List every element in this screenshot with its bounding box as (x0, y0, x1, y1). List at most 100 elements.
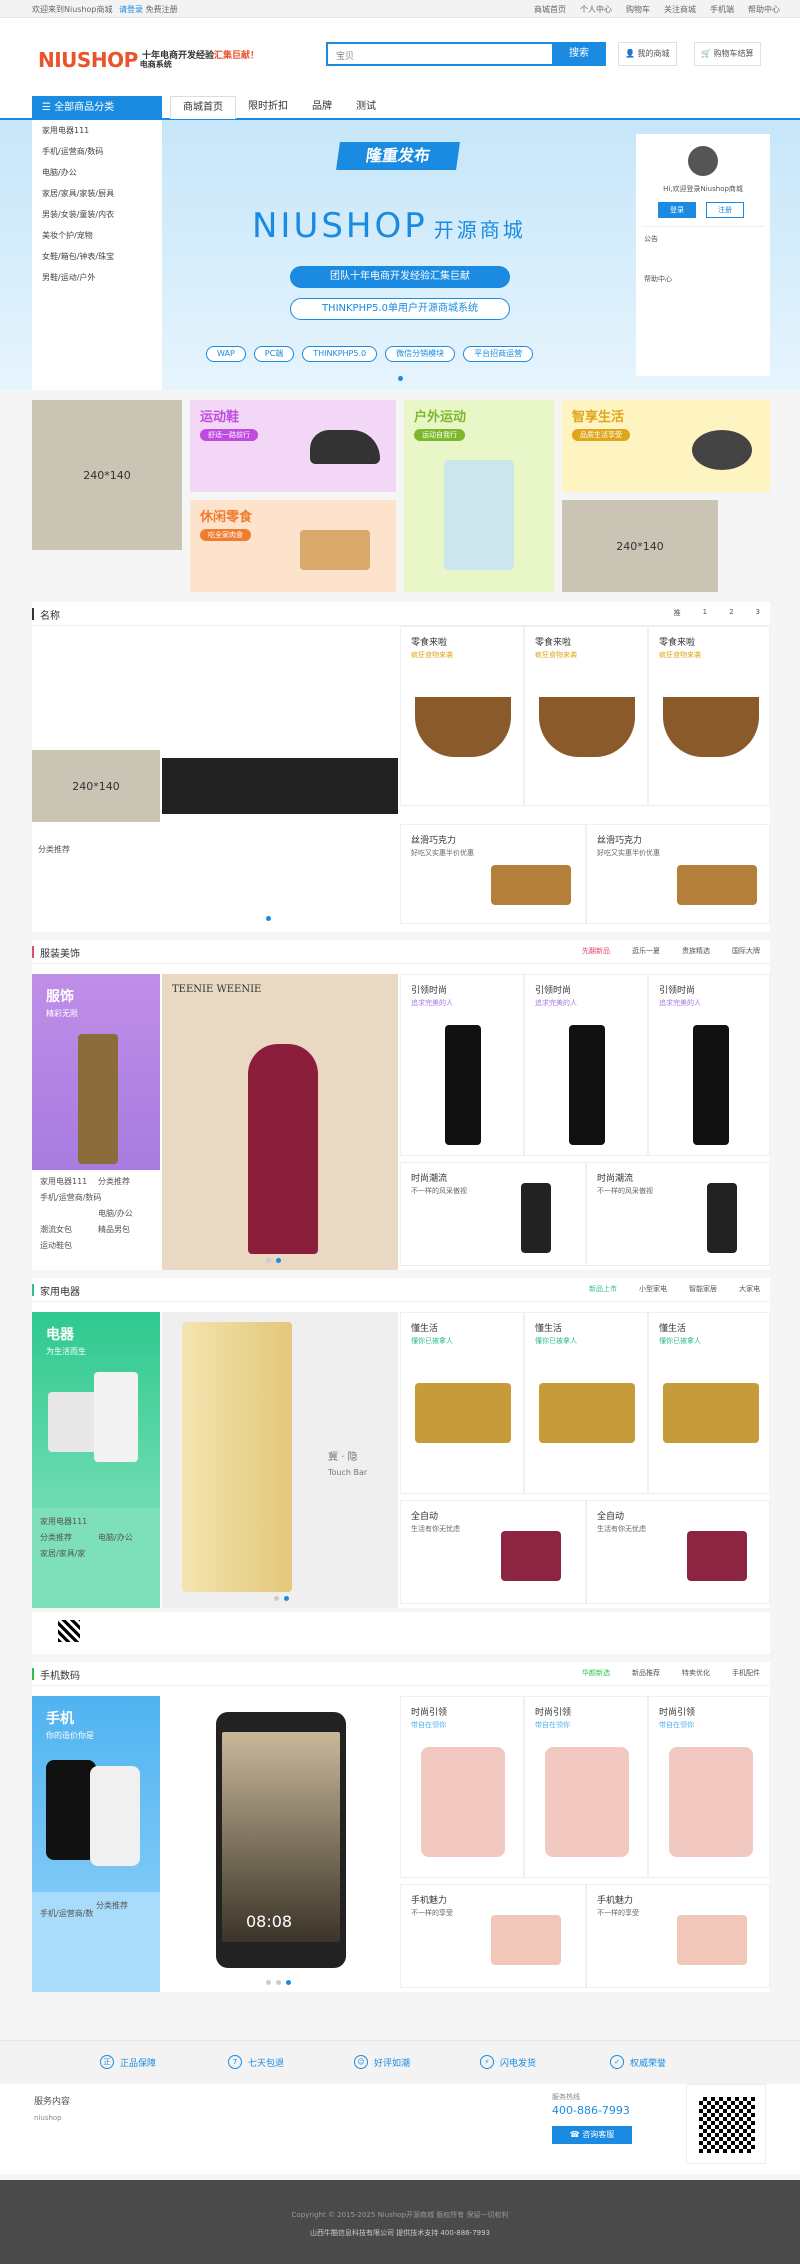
top-link-user[interactable]: 个人中心 (580, 4, 612, 15)
all-categories-button[interactable]: ☰ 全部商品分类 (32, 96, 162, 120)
product-card[interactable]: 时尚引领 带自在领你 (648, 1696, 770, 1878)
nav-item-test[interactable]: 测试 (344, 96, 388, 119)
floor-tab[interactable]: 国际大牌 (732, 946, 760, 956)
promo-placeholder[interactable]: 240*140 (562, 500, 718, 592)
nav-item-discount[interactable]: 限时折扣 (236, 96, 300, 119)
floor-ad-image[interactable] (162, 758, 398, 814)
category-item[interactable]: 美妆个护/宠物 (32, 225, 162, 246)
floor-link[interactable]: 电脑/办公 (98, 1532, 133, 1543)
search-input[interactable]: 宝贝 (336, 49, 354, 62)
nav-item-brand[interactable]: 品牌 (300, 96, 344, 119)
product-card[interactable]: 引领时尚 追求完美的人 (400, 974, 524, 1156)
floor-main-image[interactable]: TEENIE WEENIE (162, 974, 398, 1270)
floor-tab[interactable]: 3 (756, 608, 760, 618)
panel-register-button[interactable]: 注册 (706, 202, 744, 218)
category-item[interactable]: 家用电器111 (32, 120, 162, 141)
product-card[interactable]: 引领时尚 追求完美的人 (524, 974, 648, 1156)
floor-left-banner[interactable]: 电器 为生活而生 (32, 1312, 160, 1508)
floor-link[interactable]: 分类推荐 (96, 1900, 128, 1911)
product-card[interactable]: 懂生活 懂你已被拿人 (400, 1312, 524, 1494)
register-link[interactable]: 免费注册 (146, 5, 178, 14)
promo-snacks[interactable]: 休闲零食 吃全家肉食 (190, 500, 396, 592)
floor-main-image[interactable]: 08:08 (162, 1696, 398, 1992)
promo-placeholder[interactable]: 240*140 (32, 400, 182, 550)
product-card[interactable]: 时尚引领 带自在领你 (400, 1696, 524, 1878)
product-card[interactable]: 零食来啦 疯狂食物来袭 (648, 626, 770, 806)
category-item[interactable]: 女鞋/箱包/钟表/珠宝 (32, 246, 162, 267)
carousel-dot[interactable] (266, 916, 271, 921)
product-card-wide[interactable]: 手机魅力 不一样的享受 (400, 1884, 586, 1988)
floor-tab[interactable]: 推 (674, 608, 681, 618)
floor-tab[interactable]: 手机配件 (732, 1668, 760, 1678)
floor-tab[interactable]: 华颜新选 (582, 1668, 610, 1678)
floor-tab[interactable]: 智能家居 (689, 1284, 717, 1294)
top-link-mobile[interactable]: 手机端 (710, 4, 734, 15)
category-item[interactable]: 男装/女装/童装/内衣 (32, 204, 162, 225)
floor-link[interactable]: 家居/家具/家 (40, 1548, 85, 1559)
floor-left-banner[interactable]: 手机 你的造价你是 (32, 1696, 160, 1892)
floor-tab[interactable]: 先翻新品 (582, 946, 610, 956)
product-card-wide[interactable]: 全自动 生活有你无忧虑 (586, 1500, 770, 1604)
floor-tab[interactable]: 逛乐一夏 (632, 946, 660, 956)
product-card[interactable]: 懂生活 懂你已被拿人 (524, 1312, 648, 1494)
top-link-help[interactable]: 帮助中心 (748, 4, 780, 15)
category-item[interactable]: 家居/家具/家装/厨具 (32, 183, 162, 204)
product-card[interactable]: 时尚引领 带自在领你 (524, 1696, 648, 1878)
top-link-cart[interactable]: 购物车 (626, 4, 650, 15)
top-link-home[interactable]: 商城首页 (534, 4, 566, 15)
recommend-link[interactable]: 分类推荐 (38, 844, 70, 855)
carousel-dot[interactable] (276, 1258, 281, 1263)
product-card[interactable]: 零食来啦 疯狂食物来袭 (524, 626, 648, 806)
login-link[interactable]: 请登录 (119, 5, 143, 14)
carousel-dot[interactable] (276, 1980, 281, 1985)
floor-link[interactable]: 分类推荐 (40, 1532, 72, 1543)
floor-link[interactable]: 家用电器111 (40, 1176, 87, 1187)
notice-tab[interactable]: 公告 (644, 234, 658, 244)
banner-dot[interactable] (398, 376, 403, 381)
cart-button[interactable]: 🛒 购物车结算 (694, 42, 761, 66)
floor-left-banner[interactable]: 服饰 精彩无限 (32, 974, 160, 1170)
top-link-follow[interactable]: 关注商城 (664, 4, 696, 15)
floor-tab[interactable]: 贵族精选 (682, 946, 710, 956)
help-tab[interactable]: 帮助中心 (644, 274, 672, 284)
floor-link[interactable]: 潮流女包 (40, 1224, 72, 1235)
floor-link[interactable]: 运动鞋包 (40, 1240, 72, 1251)
online-service-button[interactable]: ☎ 咨询客服 (552, 2126, 632, 2144)
service-content-link[interactable]: niushop (34, 2114, 62, 2122)
product-card-wide[interactable]: 全自动 生活有你无忧虑 (400, 1500, 586, 1604)
panel-login-button[interactable]: 登录 (658, 202, 696, 218)
floor-tab[interactable]: 特卖优化 (682, 1668, 710, 1678)
product-card-wide[interactable]: 时尚潮流 不一样的风采傲视 (586, 1162, 770, 1266)
floor-tab[interactable]: 大家电 (739, 1284, 760, 1294)
carousel-dot[interactable] (284, 1596, 289, 1601)
nav-item-home[interactable]: 商城首页 (170, 96, 236, 119)
banner-slide[interactable]: 隆重发布 NIUSHOP 开源商城 团队十年电商开发经验汇集巨献 THINKPHP… (170, 120, 630, 390)
category-item[interactable]: 男鞋/运动/户外 (32, 267, 162, 288)
floor-link[interactable]: 手机/运营商/数码 (40, 1192, 101, 1203)
category-item[interactable]: 手机/运营商/数码 (32, 141, 162, 162)
floor-link[interactable]: 精品男包 (98, 1224, 130, 1235)
floor-main-image[interactable]: 冀 · 隐 Touch Bar (162, 1312, 398, 1608)
product-card[interactable]: 引领时尚 追求完美的人 (648, 974, 770, 1156)
floor-link[interactable]: 电脑/办公 (98, 1208, 133, 1219)
product-card[interactable]: 懂生活 懂你已被拿人 (648, 1312, 770, 1494)
category-item[interactable]: 电脑/办公 (32, 162, 162, 183)
product-card[interactable]: 零食来啦 疯狂食物来袭 (400, 626, 524, 806)
product-card-wide[interactable]: 丝滑巧克力 好吃又实惠半价优惠 (586, 824, 770, 924)
search-button[interactable]: 搜索 (552, 42, 606, 66)
floor-link[interactable]: 家用电器111 (40, 1516, 87, 1527)
my-mall-button[interactable]: 👤 我的商城 (618, 42, 677, 66)
floor-link[interactable]: 手机/运营商/数 (40, 1908, 93, 1919)
floor-tab[interactable]: 新品上市 (589, 1284, 617, 1294)
floor-tab[interactable]: 新品推荐 (632, 1668, 660, 1678)
floor-link[interactable]: 分类推荐 (98, 1176, 130, 1187)
promo-smart-life[interactable]: 智享生活 品质生活享受 (562, 400, 770, 492)
carousel-dot[interactable] (286, 1980, 291, 1985)
product-card-wide[interactable]: 手机魅力 不一样的享受 (586, 1884, 770, 1988)
product-card-wide[interactable]: 丝滑巧克力 好吃又实惠半价优惠 (400, 824, 586, 924)
product-card-wide[interactable]: 时尚潮流 不一样的风采傲视 (400, 1162, 586, 1266)
floor-tab[interactable]: 小型家电 (639, 1284, 667, 1294)
promo-outdoor[interactable]: 户外运动 运动自我行 (404, 400, 554, 592)
carousel-dot[interactable] (266, 1980, 271, 1985)
floor-tab[interactable]: 2 (729, 608, 733, 618)
